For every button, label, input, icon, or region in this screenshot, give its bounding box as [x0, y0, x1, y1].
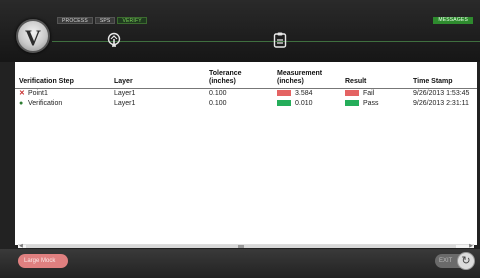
- tolerance-cell: 0.100: [209, 89, 227, 97]
- tolerance-cell: 0.100: [209, 99, 227, 107]
- messages-button[interactable]: MESSAGES: [433, 17, 473, 24]
- scrollbar-grip: [238, 245, 244, 248]
- table-row[interactable]: ● Verification Layer1 0.100 0.010 Pass 9/…: [15, 99, 477, 109]
- header-result[interactable]: Result: [341, 62, 409, 89]
- layer-cell: Layer1: [114, 89, 136, 97]
- step-name: Point1: [28, 89, 48, 97]
- result-pass-swatch: [345, 99, 359, 106]
- tab-verify[interactable]: VERIFY: [117, 17, 147, 24]
- refresh-icon[interactable]: ↻: [457, 252, 475, 270]
- layer-cell: Layer1: [114, 99, 136, 107]
- results-panel: Verification Step Layer Tolerance (inche…: [15, 62, 477, 245]
- footer-bar: [0, 249, 480, 278]
- wrench-gauge-icon[interactable]: [105, 31, 123, 49]
- logo-letter: V: [25, 25, 41, 50]
- measurement-value: 0.010: [295, 99, 313, 107]
- timestamp-cell: 9/26/2013 1:53:45: [413, 89, 470, 97]
- clipboard-icon[interactable]: [272, 31, 288, 49]
- result-text: Pass: [363, 99, 379, 107]
- pass-dot-icon: ●: [19, 99, 24, 107]
- tab-process[interactable]: PROCESS: [57, 17, 93, 24]
- result-fail-swatch: [345, 89, 359, 96]
- tab-sps[interactable]: SPS: [94, 17, 116, 24]
- step-name: Verification: [28, 99, 63, 107]
- horizontal-scrollbar[interactable]: ◀ ▶: [18, 244, 474, 249]
- app-window: V PROCESS SPS VERIFY MESSAGES Verificati…: [0, 0, 480, 278]
- header-measurement[interactable]: Measurement (inches): [273, 62, 341, 89]
- fail-x-icon: ✕: [19, 89, 25, 97]
- header-time-stamp[interactable]: Time Stamp: [409, 62, 477, 89]
- header-bar: V PROCESS SPS VERIFY MESSAGES: [0, 0, 480, 62]
- app-logo[interactable]: V: [16, 19, 50, 53]
- verification-table: Verification Step Layer Tolerance (inche…: [15, 62, 477, 109]
- header-verification-step[interactable]: Verification Step: [15, 62, 110, 89]
- nav-tabs: PROCESS SPS VERIFY: [57, 17, 149, 24]
- scrollbar-thumb[interactable]: [26, 245, 456, 248]
- header-layer[interactable]: Layer: [110, 62, 205, 89]
- result-text: Fail: [363, 89, 375, 97]
- measurement-fail-swatch: [277, 89, 291, 96]
- measurement-value: 3.584: [295, 89, 313, 97]
- table-row[interactable]: ✕ Point1 Layer1 0.100 3.584 Fail 9/26/201…: [15, 88, 477, 99]
- timestamp-cell: 9/26/2013 2:31:11: [413, 99, 469, 107]
- measurement-pass-swatch: [277, 99, 291, 106]
- large-mock-button[interactable]: Large Mock: [18, 254, 68, 268]
- table-header-row: Verification Step Layer Tolerance (inche…: [15, 62, 477, 89]
- header-tolerance[interactable]: Tolerance (inches): [205, 62, 273, 89]
